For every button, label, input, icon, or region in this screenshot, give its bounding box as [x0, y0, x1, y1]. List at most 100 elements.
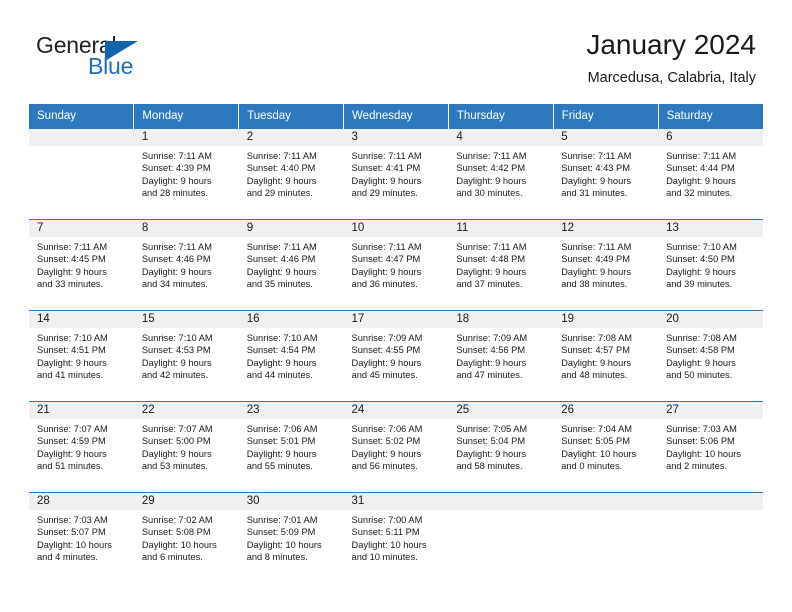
daylight-duration-line1: Daylight: 9 hours	[456, 357, 527, 368]
calendar-day-cell[interactable]: 18 Sunrise: 7:09 AM Sunset: 4:56 PM Dayligh…	[448, 310, 554, 402]
sunset-time: Sunset: 4:46 PM	[141, 254, 211, 265]
daylight-duration-line1: Daylight: 9 hours	[141, 357, 212, 368]
calendar-day-cell[interactable]: 3 Sunrise: 7:11 AM Sunset: 4:41 PM Daylight…	[343, 128, 449, 220]
calendar-day-cell[interactable]: 13 Sunrise: 7:10 AM Sunset: 4:50 PM Dayligh…	[658, 219, 763, 311]
calendar-day-cell-empty	[553, 492, 659, 583]
sunrise-time: Sunrise: 7:07 AM	[37, 424, 108, 434]
calendar-day-cell[interactable]: 16 Sunrise: 7:10 AM Sunset: 4:54 PM Dayligh…	[238, 310, 344, 402]
calendar-day-cell[interactable]: 15 Sunrise: 7:10 AM Sunset: 4:53 PM Dayligh…	[133, 310, 239, 402]
calendar-header-row: Sunday Monday Tuesday Wednesday Thursday…	[29, 104, 763, 129]
daylight-duration-line1: Daylight: 10 hours	[246, 539, 322, 550]
calendar-day-cell[interactable]: 12 Sunrise: 7:11 AM Sunset: 4:49 PM Dayligh…	[553, 219, 659, 311]
sunrise-time: Sunrise: 7:10 AM	[666, 242, 737, 252]
daylight-duration-line1: Daylight: 10 hours	[351, 539, 427, 550]
day-number: 27	[658, 402, 763, 419]
daylight-duration-line2: and 42 minutes.	[141, 369, 208, 380]
daylight-duration-line1: Daylight: 9 hours	[246, 357, 317, 368]
day-cell-details: Sunrise: 7:02 AM Sunset: 5:08 PM Daylight:…	[134, 510, 239, 563]
day-cell-inner: 2 Sunrise: 7:11 AM Sunset: 4:40 PM Daylight…	[238, 129, 344, 219]
sunrise-time: Sunrise: 7:10 AM	[246, 333, 318, 343]
calendar-day-cell[interactable]: 8 Sunrise: 7:11 AM Sunset: 4:46 PM Daylight…	[133, 219, 239, 311]
sunrise-time: Sunrise: 7:02 AM	[141, 515, 213, 525]
day-number: 15	[133, 311, 239, 328]
calendar-week-row: 28 Sunrise: 7:03 AM Sunset: 5:07 PM Dayligh…	[29, 492, 763, 583]
logo-word-blue: Blue	[88, 53, 134, 79]
sunset-time: Sunset: 4:58 PM	[666, 345, 735, 356]
sunrise-time: Sunrise: 7:11 AM	[141, 242, 212, 252]
calendar-day-cell[interactable]: 25 Sunrise: 7:05 AM Sunset: 5:04 PM Dayligh…	[448, 401, 554, 493]
day-cell-details: Sunrise: 7:04 AM Sunset: 5:05 PM Daylight:…	[553, 419, 658, 472]
sunrise-time: Sunrise: 7:04 AM	[561, 424, 633, 434]
calendar-day-cell[interactable]: 31 Sunrise: 7:00 AM Sunset: 5:11 PM Dayligh…	[343, 492, 449, 583]
day-cell-inner: 26 Sunrise: 7:04 AM Sunset: 5:05 PM Dayligh…	[553, 402, 659, 492]
day-cell-details: Sunrise: 7:07 AM Sunset: 4:59 PM Daylight:…	[29, 419, 134, 472]
day-cell-inner: 8 Sunrise: 7:11 AM Sunset: 4:46 PM Daylight…	[133, 220, 239, 310]
day-cell-inner: 29 Sunrise: 7:02 AM Sunset: 5:08 PM Dayligh…	[133, 493, 239, 583]
day-cell-inner: 21 Sunrise: 7:07 AM Sunset: 4:59 PM Dayligh…	[29, 402, 134, 492]
calendar-day-cell[interactable]: 17 Sunrise: 7:09 AM Sunset: 4:55 PM Dayligh…	[343, 310, 449, 402]
day-cell-inner: 13 Sunrise: 7:10 AM Sunset: 4:50 PM Dayligh…	[658, 220, 763, 310]
calendar-day-cell[interactable]: 23 Sunrise: 7:06 AM Sunset: 5:01 PM Dayligh…	[238, 401, 344, 493]
day-cell-details: Sunrise: 7:10 AM Sunset: 4:53 PM Daylight:…	[134, 328, 239, 381]
calendar-day-cell[interactable]: 2 Sunrise: 7:11 AM Sunset: 4:40 PM Daylight…	[238, 128, 344, 220]
daylight-duration-line1: Daylight: 9 hours	[666, 357, 736, 368]
calendar-day-cell[interactable]: 11 Sunrise: 7:11 AM Sunset: 4:48 PM Dayligh…	[448, 219, 554, 311]
daylight-duration-line2: and 34 minutes.	[141, 278, 208, 289]
day-cell-inner: 18 Sunrise: 7:09 AM Sunset: 4:56 PM Dayligh…	[448, 311, 554, 401]
calendar-day-cell[interactable]: 22 Sunrise: 7:07 AM Sunset: 5:00 PM Dayligh…	[133, 401, 239, 493]
daylight-duration-line1: Daylight: 9 hours	[141, 266, 212, 277]
daylight-duration-line1: Daylight: 9 hours	[246, 266, 317, 277]
day-number: 19	[553, 311, 659, 328]
daylight-duration-line2: and 10 minutes.	[351, 551, 418, 562]
calendar-body: 1 Sunrise: 7:11 AM Sunset: 4:39 PM Daylight…	[29, 128, 763, 583]
calendar-day-cell[interactable]: 28 Sunrise: 7:03 AM Sunset: 5:07 PM Dayligh…	[29, 492, 134, 583]
calendar-day-cell[interactable]: 14 Sunrise: 7:10 AM Sunset: 4:51 PM Dayligh…	[29, 310, 134, 402]
daylight-duration-line2: and 53 minutes.	[141, 460, 208, 471]
sunset-time: Sunset: 4:53 PM	[141, 345, 211, 356]
daylight-duration-line2: and 37 minutes.	[456, 278, 523, 289]
sunrise-time: Sunrise: 7:11 AM	[561, 242, 632, 252]
calendar-day-cell-empty	[29, 128, 134, 220]
calendar-day-cell[interactable]: 20 Sunrise: 7:08 AM Sunset: 4:58 PM Dayligh…	[658, 310, 763, 402]
day-cell-details: Sunrise: 7:11 AM Sunset: 4:46 PM Daylight:…	[239, 237, 344, 290]
general-blue-logo[interactable]: General Blue	[36, 32, 166, 84]
day-number: 11	[448, 220, 554, 237]
sunset-time: Sunset: 4:46 PM	[246, 254, 316, 265]
calendar-day-cell[interactable]: 1 Sunrise: 7:11 AM Sunset: 4:39 PM Daylight…	[133, 128, 239, 220]
daylight-duration-line1: Daylight: 9 hours	[666, 175, 736, 186]
calendar-day-cell[interactable]: 26 Sunrise: 7:04 AM Sunset: 5:05 PM Dayligh…	[553, 401, 659, 493]
daylight-duration-line2: and 35 minutes.	[246, 278, 313, 289]
day-number	[658, 493, 763, 510]
sunrise-time: Sunrise: 7:00 AM	[351, 515, 423, 525]
day-cell-inner: 9 Sunrise: 7:11 AM Sunset: 4:46 PM Daylight…	[238, 220, 344, 310]
calendar-day-cell[interactable]: 9 Sunrise: 7:11 AM Sunset: 4:46 PM Daylight…	[238, 219, 344, 311]
calendar-day-cell[interactable]: 30 Sunrise: 7:01 AM Sunset: 5:09 PM Dayligh…	[238, 492, 344, 583]
calendar-day-cell[interactable]: 19 Sunrise: 7:08 AM Sunset: 4:57 PM Dayligh…	[553, 310, 659, 402]
sunset-time: Sunset: 4:56 PM	[456, 345, 526, 356]
sunset-time: Sunset: 5:01 PM	[246, 436, 316, 447]
day-cell-details: Sunrise: 7:06 AM Sunset: 5:01 PM Daylight:…	[239, 419, 344, 472]
calendar-day-cell[interactable]: 5 Sunrise: 7:11 AM Sunset: 4:43 PM Daylight…	[553, 128, 659, 220]
sunset-time: Sunset: 5:09 PM	[246, 527, 316, 538]
sunset-time: Sunset: 4:50 PM	[666, 254, 735, 265]
sunset-time: Sunset: 4:44 PM	[666, 163, 735, 174]
calendar-day-cell[interactable]: 29 Sunrise: 7:02 AM Sunset: 5:08 PM Dayligh…	[133, 492, 239, 583]
daylight-duration-line1: Daylight: 9 hours	[351, 266, 422, 277]
calendar-day-cell[interactable]: 21 Sunrise: 7:07 AM Sunset: 4:59 PM Dayligh…	[29, 401, 134, 493]
day-cell-inner: 28 Sunrise: 7:03 AM Sunset: 5:07 PM Dayligh…	[29, 493, 134, 583]
calendar-day-cell[interactable]: 27 Sunrise: 7:03 AM Sunset: 5:06 PM Dayligh…	[658, 401, 763, 493]
daylight-duration-line1: Daylight: 9 hours	[456, 448, 527, 459]
calendar-day-cell[interactable]: 7 Sunrise: 7:11 AM Sunset: 4:45 PM Daylight…	[29, 219, 134, 311]
calendar-day-cell[interactable]: 4 Sunrise: 7:11 AM Sunset: 4:42 PM Daylight…	[448, 128, 554, 220]
day-cell-inner: 16 Sunrise: 7:10 AM Sunset: 4:54 PM Dayligh…	[238, 311, 344, 401]
calendar-day-cell[interactable]: 10 Sunrise: 7:11 AM Sunset: 4:47 PM Dayligh…	[343, 219, 449, 311]
daylight-duration-line2: and 31 minutes.	[561, 187, 628, 198]
day-number	[448, 493, 554, 510]
day-cell-inner: 6 Sunrise: 7:11 AM Sunset: 4:44 PM Daylight…	[658, 129, 763, 219]
sunset-time: Sunset: 4:47 PM	[351, 254, 421, 265]
calendar-day-cell[interactable]: 6 Sunrise: 7:11 AM Sunset: 4:44 PM Daylight…	[658, 128, 763, 220]
sunrise-time: Sunrise: 7:11 AM	[141, 151, 212, 161]
daylight-duration-line1: Daylight: 9 hours	[37, 266, 107, 277]
day-cell-inner: 23 Sunrise: 7:06 AM Sunset: 5:01 PM Dayligh…	[238, 402, 344, 492]
calendar-day-cell[interactable]: 24 Sunrise: 7:06 AM Sunset: 5:02 PM Dayligh…	[343, 401, 449, 493]
